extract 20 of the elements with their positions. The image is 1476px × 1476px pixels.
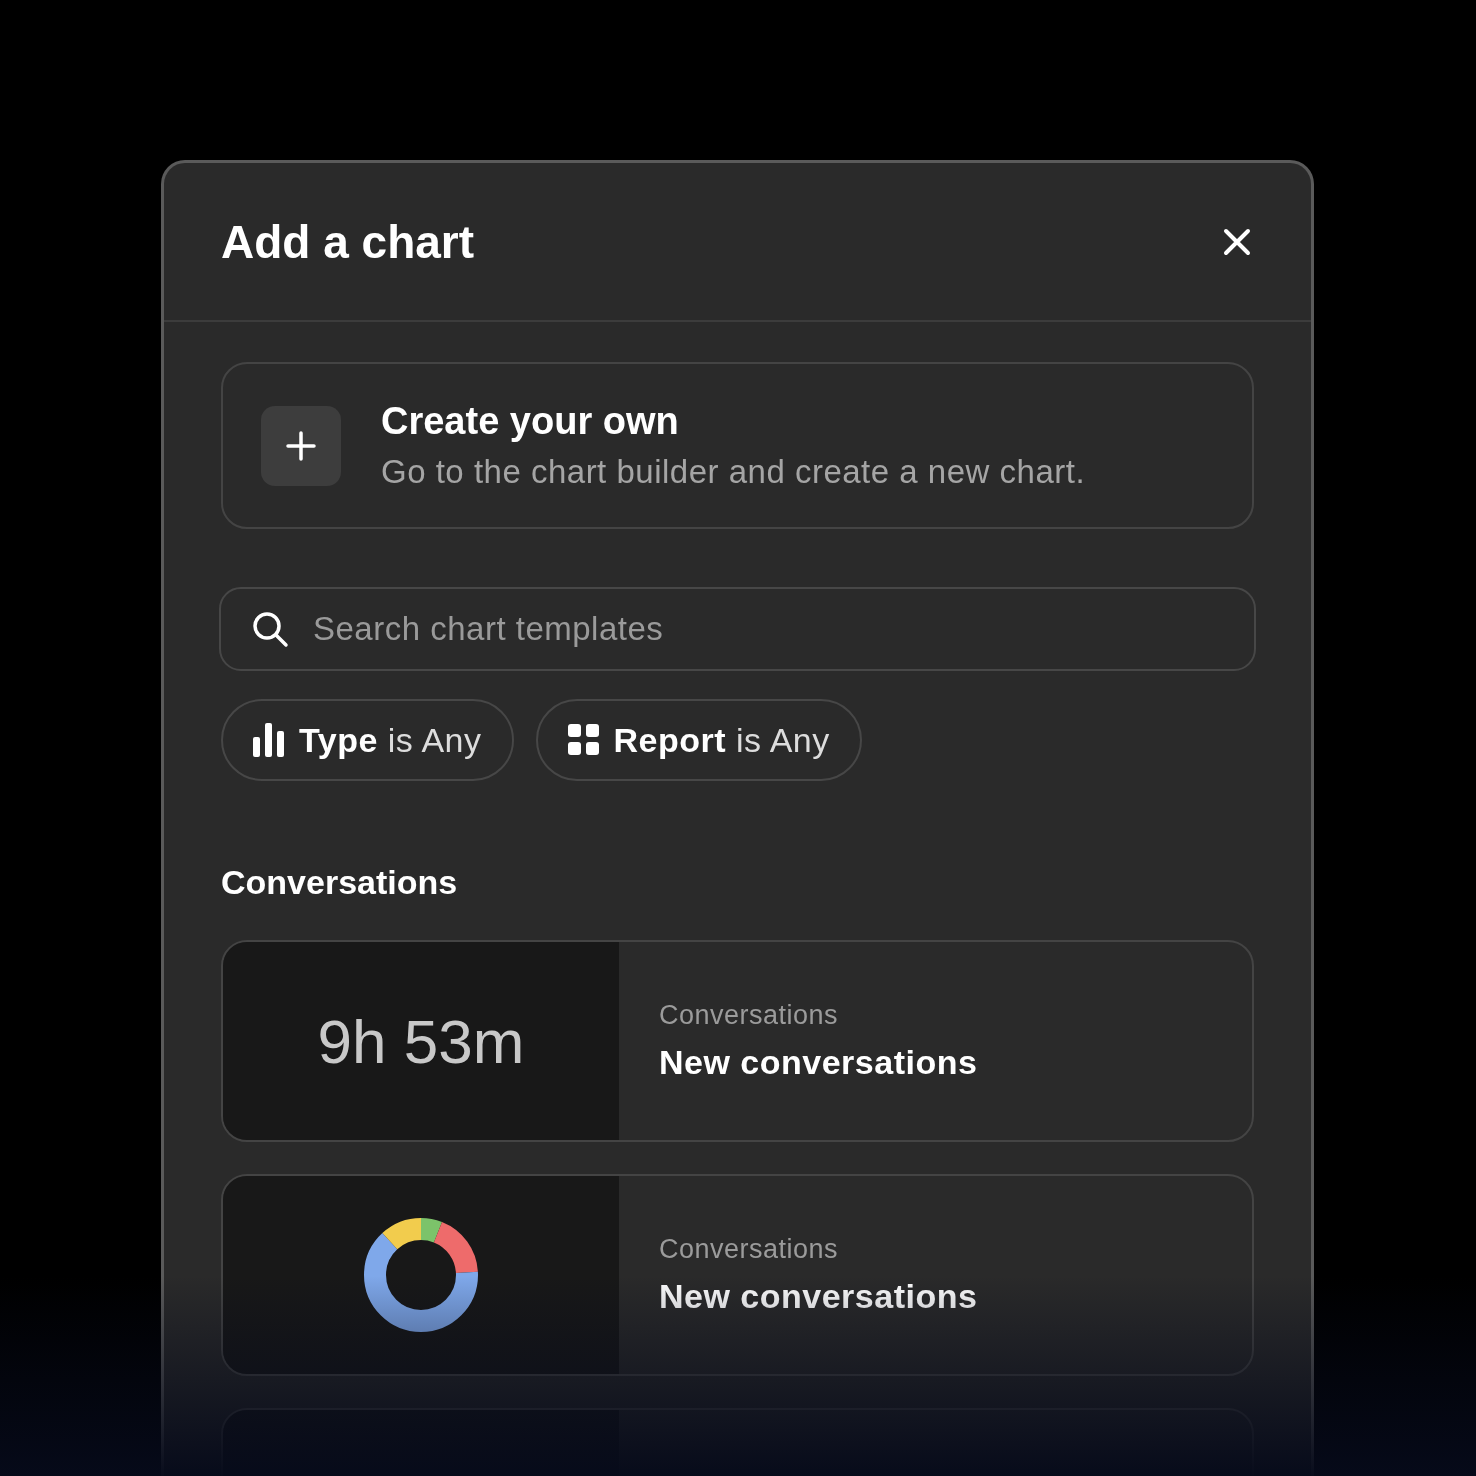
template-title: New conversations (659, 1277, 978, 1316)
template-category: Conversations (659, 1234, 840, 1265)
template-card[interactable]: 9h 53m Conversations New conversations (221, 940, 1254, 1142)
section-heading: Conversations (221, 863, 459, 902)
template-card[interactable]: Conversations New conversations (221, 1174, 1254, 1376)
filter-chip[interactable]: Report is Any (535, 699, 862, 781)
search-field[interactable]: Search chart templates (219, 587, 1256, 671)
plus-icon (286, 430, 316, 461)
metric-value: 9h 53m (317, 1005, 525, 1077)
search-icon (251, 610, 289, 648)
add-button[interactable] (261, 405, 341, 486)
card-description: Go to the chart builder and create a new chart. (381, 453, 1086, 491)
grid-icon (567, 724, 600, 756)
template-title: New conversations (659, 1043, 978, 1082)
filter-chip[interactable]: Type is Any (221, 699, 514, 781)
bar-chart-icon (253, 723, 285, 757)
card-title: Create your own (381, 400, 680, 443)
dialog-title: Add a chart (221, 214, 475, 269)
create-chart-card[interactable]: Create your own Go to the chart builder and create a new chart. (221, 362, 1254, 529)
template-category: Conversations (659, 1000, 840, 1031)
